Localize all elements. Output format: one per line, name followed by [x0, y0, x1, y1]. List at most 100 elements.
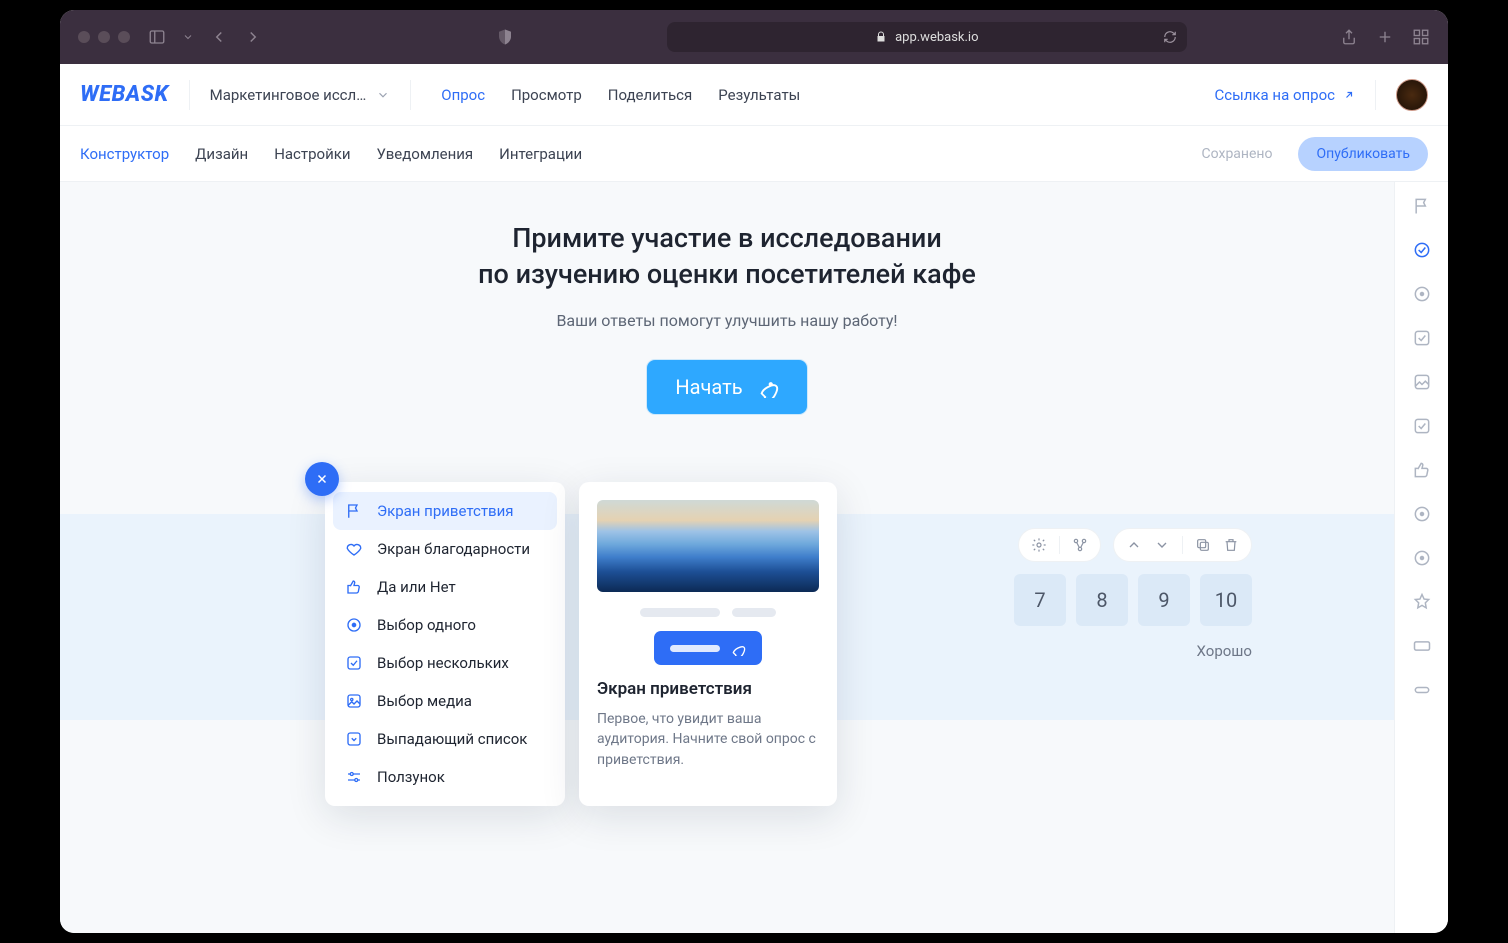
- browser-titlebar: app.webask.io: [60, 10, 1448, 64]
- slider-icon: [345, 768, 363, 786]
- new-tab-icon[interactable]: [1376, 28, 1394, 46]
- menu-item-multi[interactable]: Выбор нескольких: [333, 644, 557, 682]
- survey-link-button[interactable]: Ссылка на опрос: [1215, 86, 1356, 104]
- divider: [189, 80, 190, 110]
- radio-icon[interactable]: [1412, 284, 1432, 304]
- menu-item-media[interactable]: Выбор медиа: [333, 682, 557, 720]
- start-button-label: Начать: [675, 375, 742, 399]
- radio2-icon[interactable]: [1412, 504, 1432, 524]
- scale-option-8[interactable]: 8: [1076, 574, 1128, 626]
- preview-description: Первое, что увидит ваша аудитория. Начни…: [597, 709, 819, 770]
- app-window: app.webask.io WEBASK Маркетинговое иссл……: [60, 10, 1448, 933]
- menu-item-label: Ползунок: [377, 768, 445, 786]
- pill-icon[interactable]: [1412, 680, 1432, 700]
- subtab-integrations[interactable]: Интеграции: [499, 145, 582, 163]
- checkbox2-icon[interactable]: [1412, 416, 1432, 436]
- radio-icon: [345, 616, 363, 634]
- card-icon[interactable]: [1412, 636, 1432, 656]
- subtab-design[interactable]: Дизайн: [195, 145, 248, 163]
- start-button[interactable]: Начать: [647, 360, 806, 414]
- menu-item-label: Экран приветствия: [377, 502, 514, 520]
- block-type-menu: Экран приветствия Экран благодарности Да…: [325, 482, 565, 806]
- tab-results[interactable]: Результаты: [718, 86, 800, 104]
- block-actions-group: [1113, 528, 1252, 562]
- move-down-icon[interactable]: [1154, 537, 1170, 553]
- minimize-window-button[interactable]: [98, 31, 110, 43]
- menu-item-label: Выпадающий список: [377, 730, 527, 748]
- image-icon[interactable]: [1412, 372, 1432, 392]
- preview-start-button: [654, 631, 762, 665]
- menu-item-thankyou[interactable]: Экран благодарности: [333, 530, 557, 568]
- tabs-overview-icon[interactable]: [1412, 28, 1430, 46]
- flag-icon[interactable]: [1412, 196, 1432, 216]
- divider: [1375, 80, 1376, 110]
- delete-icon[interactable]: [1223, 537, 1239, 553]
- duplicate-icon[interactable]: [1195, 537, 1211, 553]
- close-popover-button[interactable]: [305, 462, 339, 496]
- survey-link-label: Ссылка на опрос: [1215, 86, 1336, 104]
- project-name: Маркетинговое иссл…: [210, 86, 367, 104]
- menu-item-slider[interactable]: Ползунок: [333, 758, 557, 796]
- menu-item-dropdown[interactable]: Выпадающий список: [333, 720, 557, 758]
- preview-image: [597, 500, 819, 592]
- main-tabs: Опрос Просмотр Поделиться Результаты: [441, 86, 800, 104]
- app-logo[interactable]: WEBASK: [80, 82, 169, 107]
- menu-item-label: Экран благодарности: [377, 540, 530, 558]
- close-icon: [315, 472, 329, 486]
- chevron-down-icon: [376, 88, 390, 102]
- zoom-window-button[interactable]: [118, 31, 130, 43]
- welcome-title: Примите участие в исследовании по изучен…: [80, 220, 1374, 293]
- logic-icon[interactable]: [1072, 537, 1088, 553]
- preview-placeholder-lines: [597, 608, 819, 617]
- project-selector[interactable]: Маркетинговое иссл…: [210, 86, 391, 104]
- window-controls: [78, 31, 130, 43]
- tab-share[interactable]: Поделиться: [608, 86, 693, 104]
- editor-content: Примите участие в исследовании по изучен…: [60, 182, 1448, 933]
- subtab-notifications[interactable]: Уведомления: [377, 145, 474, 163]
- welcome-screen-block[interactable]: Примите участие в исследовании по изучен…: [60, 182, 1394, 514]
- checkbox-icon[interactable]: [1412, 328, 1432, 348]
- subtab-builder[interactable]: Конструктор: [80, 145, 169, 163]
- nav-back-icon[interactable]: [210, 28, 228, 46]
- subtab-settings[interactable]: Настройки: [274, 145, 350, 163]
- reload-icon[interactable]: [1163, 30, 1177, 44]
- scale-option-9[interactable]: 9: [1138, 574, 1190, 626]
- welcome-subtitle: Ваши ответы помогут улучшить нашу работу…: [80, 311, 1374, 330]
- address-url: app.webask.io: [895, 30, 978, 45]
- user-avatar[interactable]: [1396, 79, 1428, 111]
- menu-item-label: Выбор нескольких: [377, 654, 509, 672]
- app-header: WEBASK Маркетинговое иссл… Опрос Просмот…: [60, 64, 1448, 126]
- radio3-icon[interactable]: [1412, 548, 1432, 568]
- tab-preview[interactable]: Просмотр: [511, 86, 582, 104]
- tab-survey[interactable]: Опрос: [441, 86, 485, 104]
- move-up-icon[interactable]: [1126, 537, 1142, 553]
- toolbar-right-group: [1340, 28, 1430, 46]
- scale-option-10[interactable]: 10: [1200, 574, 1252, 626]
- target-icon[interactable]: [1412, 240, 1432, 260]
- block-toolbar: [1018, 528, 1252, 562]
- address-bar[interactable]: app.webask.io: [667, 22, 1187, 52]
- chevron-down-icon[interactable]: [182, 31, 194, 43]
- sidebar-toggle-icon[interactable]: [148, 28, 166, 46]
- add-block-popover: Экран приветствия Экран благодарности Да…: [325, 482, 837, 806]
- menu-item-single[interactable]: Выбор одного: [333, 606, 557, 644]
- thumb-up-icon[interactable]: [1412, 460, 1432, 480]
- close-window-button[interactable]: [78, 31, 90, 43]
- block-preview-card: Экран приветствия Первое, что увидит ваш…: [579, 482, 837, 806]
- menu-item-label: Да или Нет: [377, 578, 456, 596]
- menu-item-label: Выбор медиа: [377, 692, 472, 710]
- dropdown-icon: [345, 730, 363, 748]
- shield-icon[interactable]: [496, 28, 514, 46]
- rocket-icon: [757, 376, 779, 398]
- nav-forward-icon[interactable]: [244, 28, 262, 46]
- heart-icon: [345, 540, 363, 558]
- scale-option-7[interactable]: 7: [1014, 574, 1066, 626]
- publish-button[interactable]: Опубликовать: [1298, 137, 1428, 171]
- menu-item-yesno[interactable]: Да или Нет: [333, 568, 557, 606]
- flag-icon: [345, 502, 363, 520]
- star-icon[interactable]: [1412, 592, 1432, 612]
- share-icon[interactable]: [1340, 28, 1358, 46]
- thumb-up-icon: [345, 578, 363, 596]
- gear-icon[interactable]: [1031, 537, 1047, 553]
- menu-item-welcome[interactable]: Экран приветствия: [333, 492, 557, 530]
